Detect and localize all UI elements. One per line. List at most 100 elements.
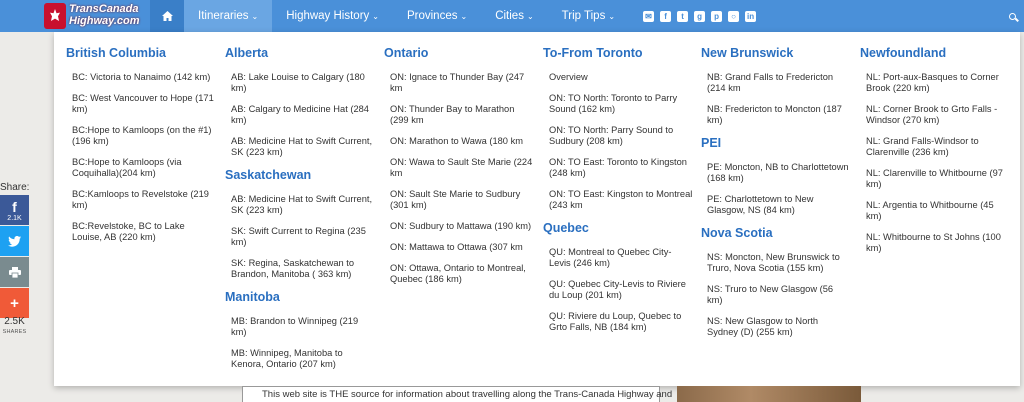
section-title[interactable]: To-From Toronto (543, 46, 693, 60)
chevron-down-icon: ⌄ (372, 11, 379, 21)
nav-trip-tips[interactable]: Trip Tips ⌄ (548, 0, 629, 32)
route-link[interactable]: SK: Swift Current to Regina (235 km) (225, 226, 375, 248)
route-link[interactable]: AB: Calgary to Medicine Hat (284 km) (225, 104, 375, 126)
nav-trip-tips-label: Trip Tips (561, 10, 606, 22)
print-share-button[interactable] (0, 257, 29, 287)
route-link[interactable]: ON: TO North: Toronto to Parry Sound (16… (543, 93, 693, 115)
intro-text: This web site is THE source for informat… (262, 389, 673, 400)
section-title[interactable]: Saskatchewan (225, 168, 375, 182)
route-link[interactable]: NL: Clarenville to Whitbourne (97 km) (860, 168, 1010, 190)
route-link[interactable]: ON: TO East: Kingston to Montreal (243 k… (543, 189, 693, 211)
route-link[interactable]: PE: Charlottetown to New Glasgow, NS (84… (701, 194, 851, 216)
route-link[interactable]: MB: Brandon to Winnipeg (219 km) (225, 316, 375, 338)
route-link[interactable]: NL: Grand Falls-Windsor to Clarenville (… (860, 136, 1010, 158)
route-link[interactable]: BC:Kamloops to Revelstoke (219 km) (66, 189, 216, 211)
pinterest-icon[interactable]: p (711, 10, 723, 22)
nav-highway-history[interactable]: Highway History ⌄ (272, 0, 393, 32)
route-link[interactable]: ON: Sudbury to Mattawa (190 km) (384, 221, 534, 232)
route-link[interactable]: NL: Argentia to Whitbourne (45 km) (860, 200, 1010, 222)
total-share-label: SHARES (2, 329, 27, 335)
menu-column: Ontario ON: Ignace to Thunder Bay (247 km… (384, 46, 534, 295)
route-link[interactable]: NS: Moncton, New Brunswick to Truro, Nov… (701, 252, 851, 274)
home-icon (161, 11, 173, 21)
route-link[interactable]: NB: Fredericton to Moncton (187 km) (701, 104, 851, 126)
route-link[interactable]: BC:Hope to Kamloops (via Coquihalla)(204… (66, 157, 216, 179)
share-label: Share: (0, 182, 30, 193)
section-title[interactable]: New Brunswick (701, 46, 851, 60)
route-link[interactable]: ON: TO East: Toronto to Kingston (248 km… (543, 157, 693, 179)
route-link[interactable]: ON: Ignace to Thunder Bay (247 km (384, 72, 534, 94)
route-link[interactable]: BC: Victoria to Nanaimo (142 km) (66, 72, 216, 83)
section-title[interactable]: Ontario (384, 46, 534, 60)
linkedin-icon[interactable]: in (745, 10, 757, 22)
nav-itineraries-label: Itineraries (198, 10, 249, 22)
menu-column: New Brunswick NB: Grand Falls to Frederic… (701, 46, 851, 348)
menu-column: Alberta AB: Lake Louise to Calgary (180 k… (225, 46, 375, 380)
itineraries-dropdown: British Columbia BC: Victoria to Nanaimo … (54, 32, 1020, 386)
route-link[interactable]: BC: West Vancouver to Hope (171 km) (66, 93, 216, 115)
route-link[interactable]: BC:Revelstoke, BC to Lake Louise, AB (22… (66, 221, 216, 243)
route-link[interactable]: NS: New Glasgow to North Sydney (D) (255… (701, 316, 851, 338)
route-link[interactable]: ON: TO North: Parry Sound to Sudbury (20… (543, 125, 693, 147)
chevron-down-icon: ⌄ (526, 11, 534, 21)
more-share-button[interactable]: + (0, 288, 29, 318)
email-icon[interactable]: ✉ (643, 10, 655, 22)
route-link[interactable]: AB: Lake Louise to Calgary (180 km) (225, 72, 375, 94)
social-links: ✉ f t g p ○ in (629, 0, 757, 32)
route-link[interactable]: ON: Thunder Bay to Marathon (299 km (384, 104, 534, 126)
print-icon (8, 266, 21, 278)
total-share-number: 2.5K (4, 316, 25, 327)
route-link[interactable]: ON: Marathon to Wawa (180 km (384, 136, 534, 147)
menu-column: Newfoundland NL: Port-aux-Basques to Corn… (860, 46, 1010, 264)
twitter-share-button[interactable] (0, 226, 29, 256)
facebook-share-button[interactable]: f 2.1K (0, 195, 29, 225)
route-link[interactable]: BC:Hope to Kamloops (on the #1) (196 km) (66, 125, 216, 147)
route-link[interactable]: AB: Medicine Hat to Swift Current, SK (2… (225, 194, 375, 216)
facebook-icon[interactable]: f (660, 10, 672, 22)
route-link[interactable]: NS: Truro to New Glasgow (56 km) (701, 284, 851, 306)
route-link[interactable]: SK: Regina, Saskatchewan to Brandon, Man… (225, 258, 375, 280)
section-title[interactable]: British Columbia (66, 46, 216, 60)
route-link[interactable]: ON: Ottawa, Ontario to Montreal, Quebec … (384, 263, 534, 285)
total-share-count: 2.5K SHARES (0, 317, 29, 337)
route-link[interactable]: NL: Whitbourne to St Johns (100 km) (860, 232, 1010, 254)
highway-photo (677, 386, 861, 402)
twitter-icon[interactable]: t (677, 10, 689, 22)
section-title[interactable]: Manitoba (225, 290, 375, 304)
route-link[interactable]: QU: Riviere du Loup, Quebec to Grto Fall… (543, 311, 693, 333)
instagram-icon[interactable]: ○ (728, 10, 740, 22)
section-title[interactable]: PEI (701, 136, 851, 150)
search-icon (1008, 12, 1016, 20)
route-link[interactable]: NL: Corner Brook to Grto Falls - Windsor… (860, 104, 1010, 126)
route-link[interactable]: NB: Grand Falls to Fredericton (214 km (701, 72, 851, 94)
twitter-icon (8, 235, 21, 247)
route-link[interactable]: PE: Moncton, NB to Charlottetown (168 km… (701, 162, 851, 184)
nav-cities[interactable]: Cities ⌄ (481, 0, 547, 32)
menu-column: British Columbia BC: Victoria to Nanaimo … (66, 46, 216, 253)
route-link[interactable]: MB: Winnipeg, Manitoba to Kenora, Ontari… (225, 348, 375, 370)
nav-home[interactable] (150, 0, 184, 32)
google-plus-icon[interactable]: g (694, 10, 706, 22)
maple-leaf-icon (44, 3, 66, 29)
route-link[interactable]: ON: Sault Ste Marie to Sudbury (301 km) (384, 189, 534, 211)
nav-itineraries[interactable]: Itineraries ⌄ (184, 0, 273, 32)
route-link[interactable]: ON: Wawa to Sault Ste Marie (224 km (384, 157, 534, 179)
route-link[interactable]: NL: Port-aux-Basques to Corner Brook (22… (860, 72, 1010, 94)
section-title[interactable]: Alberta (225, 46, 375, 60)
route-link[interactable]: QU: Quebec City-Levis to Riviere du Loup… (543, 279, 693, 301)
nav-provinces[interactable]: Provinces ⌄ (393, 0, 481, 32)
route-link[interactable]: ON: Mattawa to Ottawa (307 km (384, 242, 534, 253)
search-button[interactable] (1000, 0, 1024, 32)
section-title[interactable]: Quebec (543, 221, 693, 235)
section-title[interactable]: Nova Scotia (701, 226, 851, 240)
route-link[interactable]: QU: Montreal to Quebec City-Levis (246 k… (543, 247, 693, 269)
nav-highway-history-label: Highway History (286, 10, 370, 22)
logo-line1: TransCanada (69, 3, 139, 15)
route-link[interactable]: Overview (543, 72, 693, 83)
facebook-icon: f (12, 198, 17, 215)
section-title[interactable]: Newfoundland (860, 46, 1010, 60)
route-link[interactable]: AB: Medicine Hat to Swift Current, SK (2… (225, 136, 375, 158)
site-logo[interactable]: TransCanada Highway.com (0, 0, 150, 32)
chevron-down-icon: ⌄ (460, 11, 468, 21)
menu-column: To-From Toronto Overview ON: TO North: Tor… (543, 46, 693, 343)
